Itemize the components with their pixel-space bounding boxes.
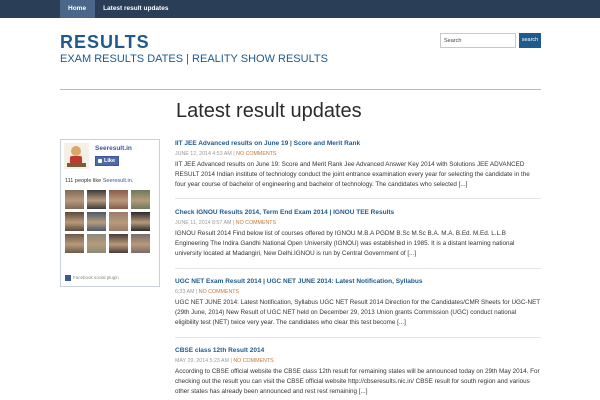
fan-avatar[interactable] — [87, 212, 106, 231]
fan-avatar[interactable] — [109, 212, 128, 231]
post-divider — [175, 268, 541, 269]
post-title-link[interactable]: UGC NET Exam Result 2014 | UGC NET JUNE … — [175, 278, 541, 285]
facebook-plugin-label[interactable]: Facebook social plugin — [73, 275, 119, 280]
page-logo-icon[interactable] — [64, 143, 89, 169]
page-title: Latest result updates — [176, 100, 362, 122]
fan-avatar[interactable] — [131, 234, 150, 253]
facebook-icon — [65, 275, 71, 281]
post-divider — [175, 337, 541, 338]
facebook-like-button[interactable]: Like — [95, 156, 119, 166]
post-meta: 6:33 AM | NO COMMENTS — [175, 289, 541, 295]
fan-avatar[interactable] — [109, 234, 128, 253]
post-title-link[interactable]: Check IGNOU Results 2014, Term End Exam … — [175, 209, 541, 216]
post-excerpt: IIT JEE Advanced results on June 19: Sco… — [175, 161, 530, 188]
post-comments-link[interactable]: NO COMMENTS — [199, 289, 239, 295]
post-meta: JUNE 12, 2014 4:53 AM | NO COMMENTS — [175, 151, 541, 157]
post-excerpt: UGC NET JUNE 2014: Latest Notification, … — [175, 299, 541, 326]
header-divider — [60, 89, 541, 90]
fan-avatar[interactable] — [87, 234, 106, 253]
post-title-link[interactable]: CBSE class 12th Result 2014 — [175, 347, 541, 354]
post-meta: JUNE 11, 2014 8:57 AM | NO COMMENTS — [175, 220, 541, 226]
fan-avatar[interactable] — [87, 190, 106, 209]
fan-avatar[interactable] — [131, 212, 150, 231]
post-comments-link[interactable]: NO COMMENTS — [236, 220, 276, 226]
like-count-page-link[interactable]: Seeresult.in. — [103, 178, 134, 184]
post-excerpt: According to CBSE official website the C… — [175, 368, 540, 395]
post-comments-link[interactable]: NO COMMENTS — [236, 151, 276, 157]
post-divider — [175, 198, 541, 199]
post-item: IIT JEE Advanced results on June 19 | Sc… — [175, 140, 541, 190]
fan-avatar[interactable] — [109, 190, 128, 209]
post-date: MAY 29, 2014 5:23 AM | — [175, 358, 234, 364]
nav-home-link[interactable]: Home — [60, 0, 95, 18]
fan-avatar[interactable] — [65, 234, 84, 253]
site-title[interactable]: RESULTS — [60, 32, 150, 53]
facebook-page-name[interactable]: Seeresult.in — [95, 145, 132, 152]
post-item: Check IGNOU Results 2014, Term End Exam … — [175, 209, 541, 259]
facebook-social-plugin: Facebook social plugin — [65, 275, 119, 281]
post-date: 6:33 AM | — [175, 289, 199, 295]
post-date: JUNE 12, 2014 4:53 AM | — [175, 151, 237, 157]
post-item: UGC NET Exam Result 2014 | UGC NET JUNE … — [175, 278, 541, 328]
post-date: JUNE 11, 2014 8:57 AM | — [175, 220, 236, 226]
nav-latest-link[interactable]: Latest result updates — [94, 0, 176, 18]
fan-avatar[interactable] — [131, 190, 150, 209]
search-input[interactable] — [440, 33, 516, 48]
post-meta: MAY 29, 2014 5:23 AM | NO COMMENTS — [175, 358, 541, 364]
facebook-fan-faces — [65, 190, 150, 253]
fan-avatar[interactable] — [65, 212, 84, 231]
post-comments-link[interactable]: NO COMMENTS — [233, 358, 273, 364]
facebook-like-box: Seeresult.in Like 111 people like Seeres… — [60, 139, 160, 287]
search-button[interactable]: search — [519, 33, 541, 48]
fan-avatar[interactable] — [65, 190, 84, 209]
post-item: CBSE class 12th Result 2014 MAY 29, 2014… — [175, 347, 541, 397]
post-excerpt: IGNOU Result 2014 Find below list of cou… — [175, 230, 515, 257]
post-title-link[interactable]: IIT JEE Advanced results on June 19 | Sc… — [175, 140, 541, 147]
facebook-like-count: 111 people like Seeresult.in. — [65, 178, 133, 184]
like-count-text: 111 people like — [65, 178, 103, 184]
site-description: EXAM RESULTS DATES | REALITY SHOW RESULT… — [60, 53, 328, 65]
top-nav: Home Latest result updates — [60, 0, 176, 18]
